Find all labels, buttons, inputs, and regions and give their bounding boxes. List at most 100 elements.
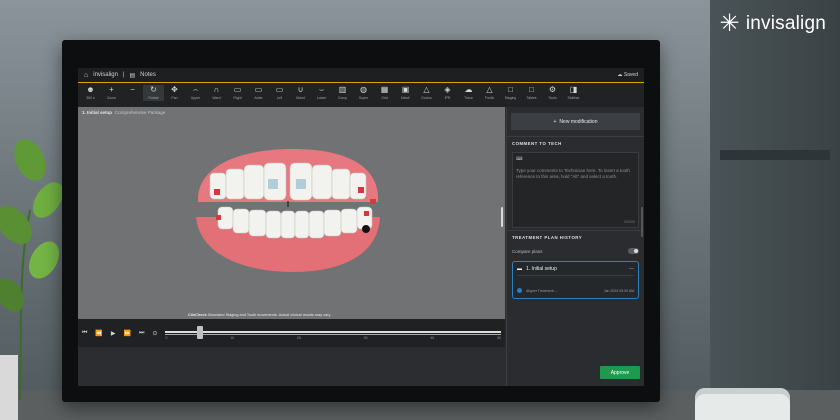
monitor: ⌂ invisalign | ▤ Notes ☁ Saved ☻ 360 s + Zo… <box>62 40 660 402</box>
toolbar-icon: ✥ <box>171 85 178 94</box>
toolbar-button[interactable]: ▭ Left <box>269 85 290 101</box>
toolbar-button[interactable]: ∩ Ward <box>206 85 227 101</box>
toolbar-button[interactable]: ▭ Right <box>227 85 248 101</box>
coffee-cup <box>695 388 790 420</box>
3d-viewport[interactable]: 1. Initial setup Comprehensive Package C… <box>78 107 505 319</box>
disclaimer-title: ClinCheck <box>188 313 207 317</box>
toolbar-button[interactable]: ∪ Mand <box>290 85 311 101</box>
brand-name: invisalign <box>745 13 826 34</box>
plan-card-sub: Aligner Treatment ... <box>526 288 558 293</box>
toolbar-button[interactable]: ◈ IPR <box>437 85 458 101</box>
staging-timeline: ⏮ ⏪ ▶ ⏩ ⏭ ⊙ 0 10 20 30 40 50 <box>78 319 505 347</box>
toolbar-label: Pan <box>171 96 178 100</box>
brand-star-icon: ✳ <box>719 10 740 37</box>
toolbar-icon: ☻ <box>86 85 95 94</box>
viewport-scrollbar[interactable] <box>501 207 503 227</box>
view-icon[interactable]: ⊙ <box>152 330 157 337</box>
stage-ticks: 0 10 20 30 40 50 <box>165 336 501 340</box>
toolbar-label: Lower <box>316 96 327 100</box>
approve-button[interactable]: Approve <box>600 366 640 379</box>
toolbar-label: Upper <box>190 96 201 100</box>
toolbar-label: Mand <box>296 96 305 100</box>
app-logo: invisalign <box>93 72 118 78</box>
toolbar-label: Anter <box>254 96 263 100</box>
toolbar-icon: △ <box>486 85 493 94</box>
toolbar-label: Grid <box>381 96 388 100</box>
toolbar-button[interactable]: ☻ 360 s <box>80 85 101 101</box>
toolbar-button[interactable]: ↻ Rotate <box>143 85 164 101</box>
play-icon[interactable]: ▶ <box>111 330 116 337</box>
selected-dot-icon <box>517 288 522 293</box>
collapse-icon[interactable]: ▬ <box>517 266 522 272</box>
toolbar-icon: ⌢ <box>192 85 199 94</box>
toolbar-label: Occlus <box>421 96 432 100</box>
toolbar-label: Trace <box>464 96 473 100</box>
toolbar-label: Pontic <box>484 96 495 100</box>
toolbar-button[interactable]: ⌢ Upper <box>185 85 206 101</box>
toolbar: ☻ 360 s + Zoom − ↻ Rotate ✥ Pan ⌢ Upper ∩ Ward ▭ Right… <box>78 83 644 107</box>
new-modification-button[interactable]: + New modification <box>511 113 640 130</box>
compare-plans-row: Compare plans <box>507 244 644 258</box>
dental-arch-model[interactable] <box>78 107 505 319</box>
toolbar-button[interactable]: ▥ Comp <box>332 85 353 101</box>
toolbar-button[interactable]: ⚙ Tools <box>542 85 563 101</box>
toolbar-icon: ▣ <box>401 85 410 94</box>
toolbar-button[interactable]: + Zoom <box>101 85 122 101</box>
toolbar-button[interactable]: ☁ Trace <box>458 85 479 101</box>
toolbar-button[interactable]: ▣ Attach <box>395 85 416 101</box>
toolbar-label: 360 s <box>86 96 95 100</box>
comment-textarea[interactable]: ⌨ Type your comments to Technician here.… <box>512 152 639 228</box>
last-stage-icon[interactable]: ⏭ <box>139 330 144 337</box>
panel-scrollbar[interactable] <box>641 207 643 237</box>
comment-counter: 0/2000 <box>624 220 635 224</box>
toolbar-label: IPR <box>444 96 451 100</box>
right-panel: + New modification Comment to Tech ⌨ Typ… <box>506 107 644 386</box>
toolbar-button[interactable]: ⌣ Lower <box>311 85 332 101</box>
plan-card-initial-setup[interactable]: ▬ 1. Initial setup — Aligner Treatment .… <box>512 261 639 299</box>
toolbar-icon: − <box>130 85 135 94</box>
more-icon[interactable]: — <box>629 266 634 272</box>
toolbar-button[interactable]: ◨ Sidebar <box>563 85 584 101</box>
title-bar: ⌂ invisalign | ▤ Notes ☁ Saved <box>78 68 644 82</box>
tick-label: 0 <box>165 336 168 340</box>
first-stage-icon[interactable]: ⏮ <box>82 330 87 337</box>
toolbar-button[interactable]: ✥ Pan <box>164 85 185 101</box>
toolbar-icon: ◈ <box>444 85 451 94</box>
toolbar-icon: ↻ <box>150 85 157 94</box>
forward-icon[interactable]: ⏩ <box>124 330 131 337</box>
toolbar-icon: ∪ <box>297 85 304 94</box>
plan-card-title: 1. Initial setup <box>526 266 557 272</box>
toolbar-button[interactable]: □ Tables <box>521 85 542 101</box>
comment-section-title: Comment to Tech <box>507 136 644 150</box>
toolbar-icon: □ <box>529 85 534 94</box>
toolbar-button[interactable]: ◍ Super <box>353 85 374 101</box>
toolbar-button[interactable]: △ Occlus <box>416 85 437 101</box>
home-icon[interactable]: ⌂ <box>84 72 88 79</box>
toolbar-icon: □ <box>508 85 513 94</box>
toolbar-button[interactable]: ▦ Grid <box>374 85 395 101</box>
notes-icon[interactable]: ▤ <box>129 72 135 79</box>
tick-label: 30 <box>363 336 368 340</box>
toolbar-button[interactable]: ▭ Anter <box>248 85 269 101</box>
toolbar-label: Ward <box>212 96 221 100</box>
cloud-icon: ☁ <box>617 72 623 78</box>
toolbar-label: Zoom <box>107 96 116 100</box>
comment-placeholder: Type your comments to Technician here. T… <box>516 168 630 179</box>
notes-tab[interactable]: Notes <box>140 72 156 78</box>
history-section-title: Treatment Plan History <box>507 230 644 244</box>
stage-slider[interactable]: 0 10 20 30 40 50 <box>165 325 501 341</box>
toolbar-button[interactable]: − <box>122 85 143 96</box>
saved-status: ☁ Saved <box>617 72 638 78</box>
toolbar-label: Right <box>233 96 242 100</box>
toolbar-icon: ▭ <box>254 85 263 94</box>
toolbar-button[interactable]: △ Pontic <box>479 85 500 101</box>
toolbar-icon: ▭ <box>275 85 284 94</box>
compare-plans-toggle[interactable] <box>628 248 639 254</box>
tick-label: 10 <box>230 336 235 340</box>
plant-pot <box>0 355 18 420</box>
toolbar-label: Sidebar <box>567 96 580 100</box>
toolbar-button[interactable]: □ Staging <box>500 85 521 101</box>
toolbar-icon: ▭ <box>233 85 242 94</box>
tick-label: 40 <box>430 336 435 340</box>
rewind-icon[interactable]: ⏪ <box>95 330 102 337</box>
